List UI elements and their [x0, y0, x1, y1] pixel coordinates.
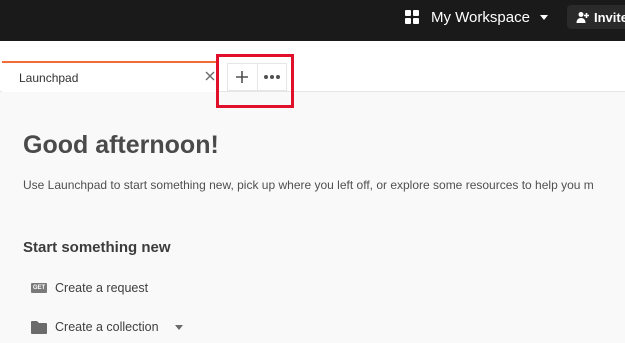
tab-label: Launchpad: [19, 70, 79, 85]
create-collection-label: Create a collection: [55, 320, 159, 334]
section-title: Start something new: [23, 239, 171, 256]
invite-label: Invite: [594, 9, 625, 25]
invite-button[interactable]: Invite: [567, 5, 625, 29]
close-icon[interactable]: [203, 69, 217, 83]
chevron-down-icon: [539, 14, 548, 20]
tab-launchpad[interactable]: Launchpad: [2, 61, 217, 92]
workspace-switcher[interactable]: My Workspace: [405, 6, 548, 28]
top-bar: My Workspace Invite: [0, 0, 625, 41]
tab-bar: Launchpad: [0, 41, 625, 92]
highlight-box: [216, 54, 294, 108]
create-request-label: Create a request: [55, 281, 149, 295]
create-request-link[interactable]: GET Create a request: [31, 281, 148, 295]
folder-icon: [31, 320, 47, 334]
chevron-down-icon[interactable]: [174, 324, 183, 330]
add-user-icon: [576, 11, 589, 23]
workspace-grid-icon: [405, 10, 419, 24]
page-title: Good afternoon!: [23, 131, 219, 159]
create-collection-link[interactable]: Create a collection: [31, 320, 183, 334]
workspace-label: My Workspace: [431, 8, 530, 26]
get-request-icon: GET: [31, 283, 47, 293]
page-subtitle: Use Launchpad to start something new, pi…: [23, 178, 594, 192]
